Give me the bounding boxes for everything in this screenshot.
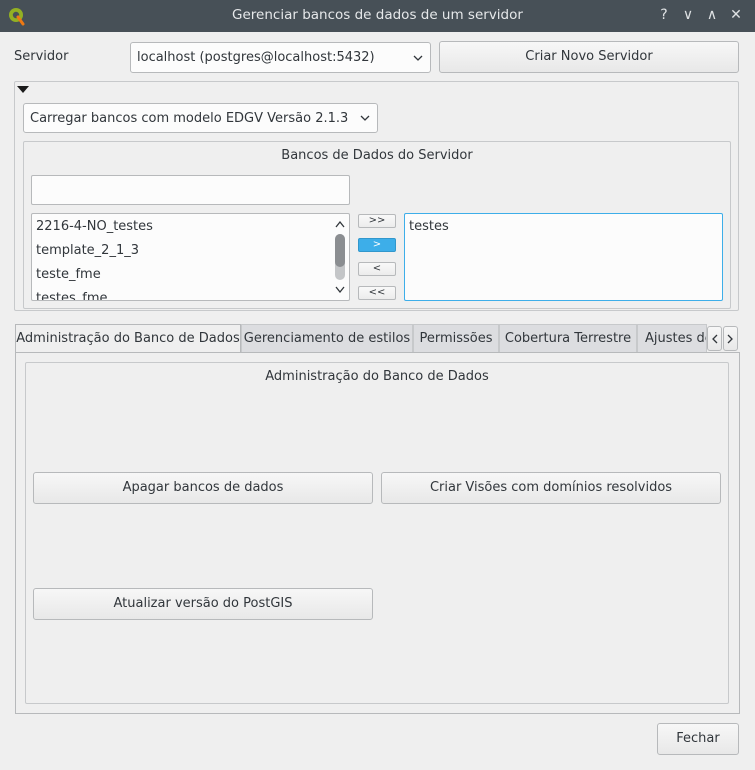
- tab-land-cover[interactable]: Cobertura Terrestre: [499, 324, 637, 353]
- scroll-down-icon[interactable]: [335, 286, 345, 293]
- server-combobox-value: localhost (postgres@localhost:5432): [137, 50, 375, 65]
- add-selected-button[interactable]: >: [358, 238, 396, 252]
- add-all-button[interactable]: >>: [358, 214, 396, 228]
- tab-scroll-right-button[interactable]: [723, 326, 738, 351]
- tab-database-administration[interactable]: Administração do Banco de Dados: [15, 324, 241, 353]
- list-item[interactable]: teste_fme: [36, 267, 101, 282]
- delete-databases-button[interactable]: Apagar bancos de dados: [33, 472, 373, 504]
- list-item[interactable]: testes_fme: [36, 291, 107, 300]
- model-combobox-value: Carregar bancos com modelo EDGV Versão 2…: [30, 110, 349, 126]
- available-databases-list[interactable]: 2216-4-NO_testes template_2_1_3 teste_fm…: [31, 213, 350, 301]
- chevron-down-icon: [413, 55, 423, 61]
- list-item[interactable]: testes: [409, 219, 449, 234]
- server-combobox[interactable]: localhost (postgres@localhost:5432): [130, 42, 431, 73]
- chevron-right-icon: [727, 334, 733, 344]
- create-server-button[interactable]: Criar Novo Servidor: [439, 41, 739, 73]
- model-combobox[interactable]: Carregar bancos com modelo EDGV Versão 2…: [23, 103, 378, 133]
- qgis-app-icon: [9, 8, 25, 26]
- list-item[interactable]: 2216-4-NO_testes: [36, 219, 153, 234]
- remove-all-button[interactable]: <<: [358, 286, 396, 300]
- list-item[interactable]: template_2_1_3: [36, 243, 139, 258]
- admin-panel-title: Administração do Banco de Dados: [265, 369, 489, 384]
- scroll-up-icon[interactable]: [335, 221, 345, 228]
- tab-permissions[interactable]: Permissões: [413, 324, 499, 353]
- close-button[interactable]: Fechar: [657, 723, 739, 755]
- collapse-arrow-icon[interactable]: [17, 86, 29, 94]
- help-icon[interactable]: ?: [654, 5, 674, 25]
- chevron-left-icon: [712, 334, 718, 344]
- tab-scroll-left-button[interactable]: [707, 326, 722, 351]
- server-databases-title: Bancos de Dados do Servidor: [281, 148, 473, 163]
- scrollbar-handle[interactable]: [335, 234, 345, 267]
- minimize-icon[interactable]: ∨: [678, 5, 698, 25]
- remove-selected-button[interactable]: <: [358, 262, 396, 276]
- maximize-icon[interactable]: ∧: [702, 5, 722, 25]
- close-icon[interactable]: ✕: [726, 5, 746, 25]
- admin-panel: [25, 362, 729, 704]
- database-filter-input[interactable]: [31, 175, 350, 205]
- chevron-down-icon: [360, 115, 370, 121]
- update-postgis-button[interactable]: Atualizar versão do PostGIS: [33, 588, 373, 620]
- server-label: Servidor: [14, 49, 69, 64]
- selected-databases-list[interactable]: testes: [404, 213, 723, 301]
- window-title: Gerenciar bancos de dados de um servidor: [232, 7, 523, 23]
- tab-adjustments[interactable]: Ajustes de: [637, 324, 707, 353]
- tab-style-management[interactable]: Gerenciamento de estilos: [241, 324, 413, 353]
- title-bar: Gerenciar bancos de dados de um servidor: [0, 0, 755, 32]
- create-views-button[interactable]: Criar Visões com domínios resolvidos: [381, 472, 721, 504]
